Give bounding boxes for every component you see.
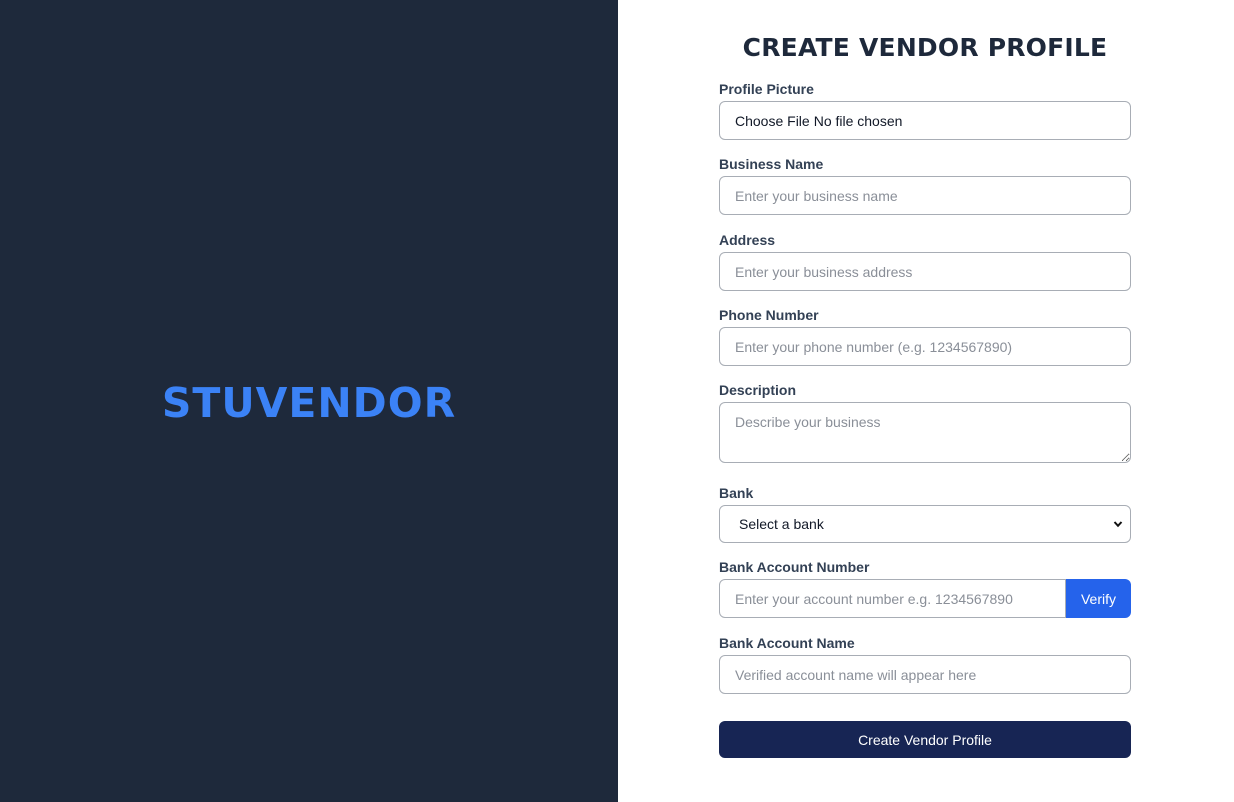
brand-panel: STUVENDOR: [0, 0, 618, 802]
business-name-label: Business Name: [719, 156, 824, 172]
account-number-group: Verify: [719, 579, 1131, 618]
bank-label: Bank: [719, 485, 754, 501]
account-name-input[interactable]: [719, 655, 1131, 694]
chevron-down-icon: [1113, 521, 1123, 528]
account-number-field: Bank Account Number Verify: [719, 558, 1131, 618]
description-field: Description: [719, 381, 1131, 463]
address-input[interactable]: [719, 252, 1131, 291]
account-number-label: Bank Account Number: [719, 559, 870, 575]
file-status-text: No file chosen: [813, 112, 903, 129]
profile-picture-field: Profile Picture Choose File No file chos…: [719, 80, 1131, 140]
verify-button[interactable]: Verify: [1066, 579, 1131, 618]
phone-number-label: Phone Number: [719, 307, 819, 323]
account-number-input[interactable]: [719, 579, 1066, 618]
form-panel: CREATE VENDOR PROFILE Profile Picture Ch…: [618, 0, 1234, 802]
address-label: Address: [719, 232, 776, 248]
choose-file-button[interactable]: Choose File: [735, 113, 810, 129]
account-name-label: Bank Account Name: [719, 635, 855, 651]
business-name-input[interactable]: [719, 176, 1131, 215]
description-label: Description: [719, 382, 797, 398]
vendor-profile-form: CREATE VENDOR PROFILE Profile Picture Ch…: [719, 0, 1131, 758]
phone-number-input[interactable]: [719, 327, 1131, 366]
bank-select-value: Select a bank: [739, 516, 824, 532]
bank-select[interactable]: Select a bank: [719, 505, 1131, 543]
description-textarea[interactable]: [719, 402, 1131, 463]
profile-picture-file-input[interactable]: Choose File No file chosen: [719, 101, 1131, 140]
page-title: CREATE VENDOR PROFILE: [742, 33, 1108, 62]
brand-logo-text: STUVENDOR: [161, 379, 457, 427]
profile-picture-label: Profile Picture: [719, 81, 814, 97]
business-name-field: Business Name: [719, 155, 1131, 215]
create-vendor-profile-button[interactable]: Create Vendor Profile: [719, 721, 1131, 758]
address-field: Address: [719, 231, 1131, 291]
account-name-field: Bank Account Name: [719, 634, 1131, 694]
phone-number-field: Phone Number: [719, 306, 1131, 366]
bank-field: Bank Select a bank: [719, 484, 1131, 543]
